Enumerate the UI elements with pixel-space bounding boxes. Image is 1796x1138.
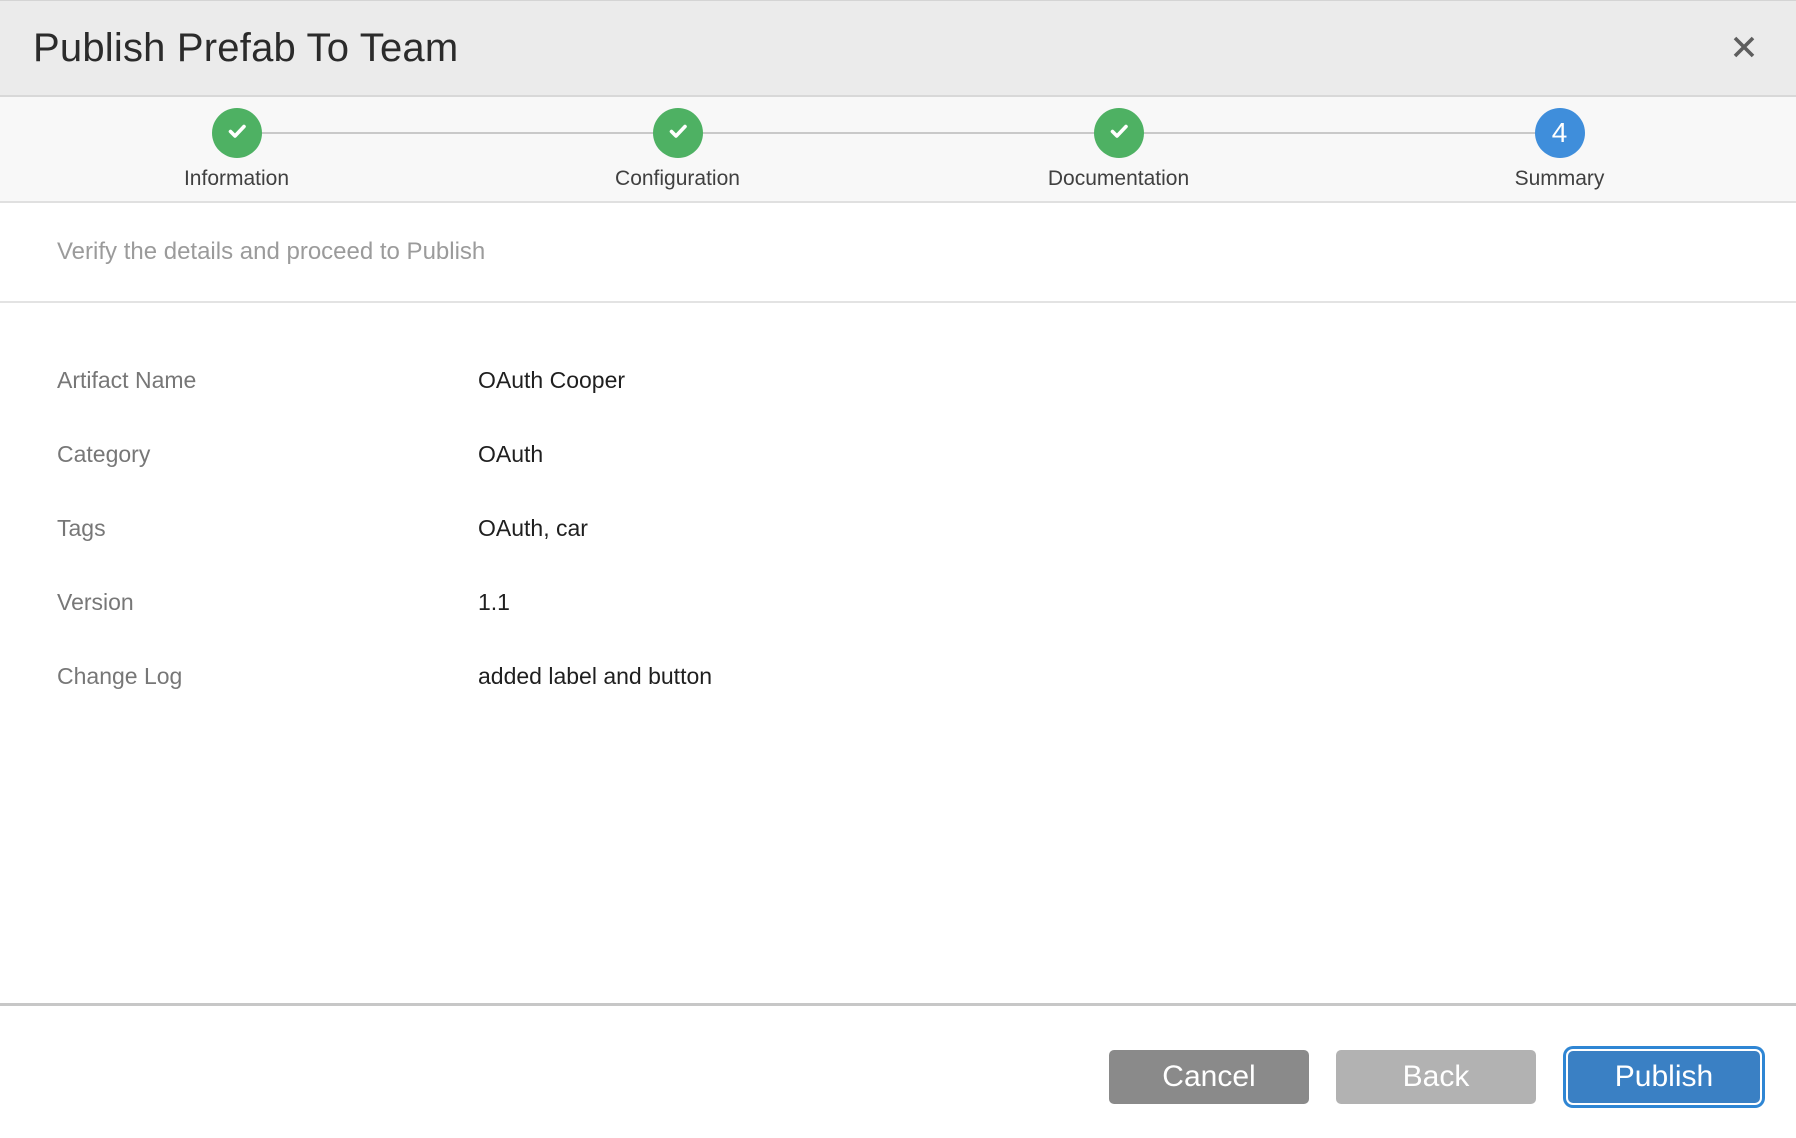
detail-value: OAuth [478,441,543,468]
detail-label: Change Log [57,663,478,690]
detail-label: Version [57,589,478,616]
close-button[interactable] [1722,26,1766,70]
step-summary-label: Summary [1515,167,1605,191]
page-title: Publish Prefab To Team [33,26,458,71]
check-icon [223,117,251,150]
dialog-footer: Cancel Back Publish [0,1006,1796,1138]
detail-value: OAuth Cooper [478,367,625,394]
step-description: Verify the details and proceed to Publis… [0,203,1796,303]
close-icon [1727,30,1761,67]
step-description-text: Verify the details and proceed to Publis… [57,238,485,266]
step-summary-circle: 4 [1535,108,1585,158]
summary-details: Artifact Name OAuth Cooper Category OAut… [0,303,1796,1003]
step-documentation-label: Documentation [1048,167,1189,191]
back-button[interactable]: Back [1336,1050,1536,1104]
detail-row-tags: Tags OAuth, car [57,491,1766,565]
detail-row-artifact-name: Artifact Name OAuth Cooper [57,343,1766,417]
step-configuration: Configuration [457,97,898,201]
step-documentation-circle [1094,108,1144,158]
detail-label: Artifact Name [57,367,478,394]
detail-row-change-log: Change Log added label and button [57,639,1766,713]
step-documentation: Documentation [898,97,1339,201]
detail-value: added label and button [478,663,712,690]
wizard-stepper: Information Configuration Docume [0,97,1796,203]
detail-row-version: Version 1.1 [57,565,1766,639]
step-configuration-label: Configuration [615,167,740,191]
publish-button[interactable]: Publish [1566,1049,1762,1105]
dialog-header: Publish Prefab To Team [0,0,1796,97]
cancel-button[interactable]: Cancel [1109,1050,1309,1104]
publish-prefab-dialog: Publish Prefab To Team Information [0,0,1796,1138]
step-summary: 4 Summary [1339,97,1780,201]
detail-row-category: Category OAuth [57,417,1766,491]
step-information: Information [16,97,457,201]
step-configuration-circle [653,108,703,158]
step-information-circle [212,108,262,158]
step-summary-number: 4 [1552,117,1568,149]
detail-value: 1.1 [478,589,510,616]
check-icon [1105,117,1133,150]
check-icon [664,117,692,150]
detail-value: OAuth, car [478,515,588,542]
step-information-label: Information [184,167,289,191]
detail-label: Category [57,441,478,468]
detail-label: Tags [57,515,478,542]
